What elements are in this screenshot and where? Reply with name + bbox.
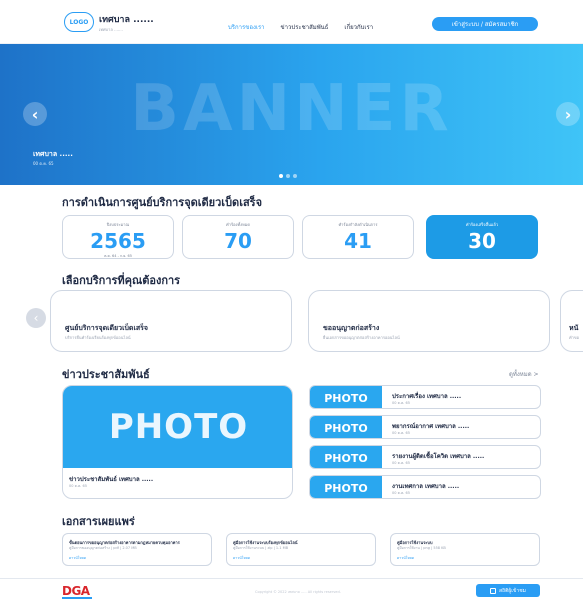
carousel-dot[interactable] (286, 174, 290, 178)
service-card-partial[interactable]: หนั คำขอ (560, 290, 583, 352)
news-item-date: 00 ต.ค. 65 (392, 431, 410, 435)
login-register-button[interactable]: เข้าสู่ระบบ / สมัครสมาชิก (432, 17, 538, 31)
chevron-left-icon: ‹ (31, 104, 39, 124)
stat-value: 41 (344, 229, 372, 253)
stat-value: 2565 (90, 229, 146, 253)
service-description: บริการยื่นคำร้องเรียนร้องทุกข์ออนไลน์ (65, 335, 131, 340)
footer-copyright: Copyright © 2022 เทศบาล ..... All rights… (255, 590, 341, 594)
stat-total-requests[interactable]: คำร้องทั้งหมด 70 (182, 215, 294, 259)
service-description: คำขอ (569, 335, 580, 340)
document-download-link[interactable]: ดาวน์โหลด (397, 555, 414, 561)
stat-label: คำร้องทั้งหมด (226, 222, 250, 227)
main-nav: บริการของเรา ข่าวประชาสัมพันธ์ เกี่ยวกับ… (228, 22, 373, 32)
brand-name: เทศบาล ...... (99, 15, 154, 25)
stat-fiscal-year[interactable]: ปีงบประมาณ 2565 ต.ค. 64 - ก.ย. 65 (62, 215, 174, 259)
nav-news[interactable]: ข่าวประชาสัมพันธ์ (281, 22, 329, 32)
news-item-date: 00 ต.ค. 65 (392, 461, 410, 465)
dga-logo: DGA (62, 584, 90, 598)
dga-logo-bar (62, 597, 92, 599)
banner-next-button[interactable]: › (556, 102, 580, 126)
service-card-one-stop[interactable]: ศูนย์บริการจุดเดียวเบ็ดเสร็จ บริการยื่นค… (50, 290, 292, 352)
services-prev-button[interactable]: ‹ (26, 308, 46, 328)
documents-title: เอกสารเผยแพร่ (62, 515, 135, 528)
news-item[interactable]: PHOTO พยากรณ์อากาศ เทศบาล ..... 00 ต.ค. … (309, 415, 541, 439)
visitor-stats-label: สถิติผู้เข้าชม (499, 587, 526, 594)
document-card[interactable]: ขั้นตอนการขออนุญาตก่อสร้างอาคารตามกฎหมาย… (62, 533, 212, 566)
footer: DGA Copyright © 2022 เทศบาล ..... All ri… (0, 578, 583, 602)
banner-caption: เทศบาล ..... 00 ต.ค. 65 (33, 149, 73, 167)
service-name: ขออนุญาตก่อสร้าง (323, 324, 380, 332)
document-meta: คู่มือการใช้งาน | png | 558 KB (397, 546, 446, 550)
carousel-dots (279, 174, 297, 178)
news-item-photo: PHOTO (310, 416, 382, 438)
news-item-photo: PHOTO (310, 476, 382, 498)
banner-prev-button[interactable]: ‹ (23, 102, 47, 126)
service-description: ยื่นเอกสารขออนุญาตก่อสร้างอาคารออนไลน์ (323, 335, 400, 340)
service-name: ศูนย์บริการจุดเดียวเบ็ดเสร็จ (65, 324, 148, 332)
banner-placeholder-text: BANNER (130, 72, 453, 146)
operations-title: การดำเนินการศูนย์บริการจุดเดียวเบ็ดเสร็จ (62, 196, 263, 209)
stat-label: ปีงบประมาณ (106, 222, 130, 227)
carousel-dot[interactable] (279, 174, 283, 178)
hero-banner: BANNER ‹ › เทศบาล ..... 00 ต.ค. 65 (0, 44, 583, 185)
news-featured-date: 00 ต.ค. 65 (69, 484, 87, 488)
stat-completed[interactable]: คำร้องเสร็จสิ้นแล้ว 30 (426, 215, 538, 259)
news-featured-photo: PHOTO (63, 386, 292, 468)
services-title: เลือกบริการที่คุณต้องการ (62, 274, 181, 287)
nav-about[interactable]: เกี่ยวกับเรา (344, 22, 373, 32)
document-download-link[interactable]: ดาวน์โหลด (69, 555, 86, 561)
document-meta: คู่มือการขออนุญาตก่อสร้าง | pdf | 2.07 M… (69, 546, 137, 550)
document-meta: คู่มือการใช้งานระบบ | zip | 1.1 MB (233, 546, 289, 550)
see-all-news-link[interactable]: ดูทั้งหมด > (509, 369, 539, 379)
visitor-stats-button[interactable]: สถิติผู้เข้าชม (476, 584, 540, 597)
banner-caption-title: เทศบาล ..... (33, 150, 73, 158)
news-item-photo: PHOTO (310, 386, 382, 408)
brand-subtitle: เทศบาล ....... (99, 27, 123, 32)
service-name: หนั (569, 324, 579, 332)
news-title: ข่าวประชาสัมพันธ์ (62, 368, 150, 381)
service-card-building-permit[interactable]: ขออนุญาตก่อสร้าง ยื่นเอกสารขออนุญาตก่อสร… (308, 290, 550, 352)
document-card[interactable]: คู่มือการใช้งานระบบ คู่มือการใช้งาน | pn… (390, 533, 540, 566)
news-item-photo: PHOTO (310, 446, 382, 468)
news-item[interactable]: PHOTO งานเทศกาล เทศบาล ..... 00 ต.ค. 65 (309, 475, 541, 499)
news-item-date: 00 ต.ค. 65 (392, 491, 410, 495)
chevron-left-icon: ‹ (33, 311, 39, 325)
stat-sub: ต.ค. 64 - ก.ย. 65 (104, 254, 132, 258)
stat-value: 30 (468, 229, 496, 253)
carousel-dot[interactable] (293, 174, 297, 178)
news-item-date: 00 ต.ค. 65 (392, 401, 410, 405)
document-download-link[interactable]: ดาวน์โหลด (233, 555, 250, 561)
nav-services[interactable]: บริการของเรา (228, 22, 265, 32)
chevron-right-icon: › (564, 104, 572, 124)
banner-caption-date: 00 ต.ค. 65 (33, 161, 54, 166)
stat-label: คำร้องกำลังดำเนินการ (338, 222, 378, 227)
news-item[interactable]: PHOTO รายงานผู้ติดเชื้อโควิด เทศบาล ....… (309, 445, 541, 469)
header: LOGO เทศบาล ...... เทศบาล ....... บริการ… (0, 0, 583, 44)
calendar-icon (490, 587, 497, 594)
logo[interactable]: LOGO (64, 12, 94, 32)
stat-in-progress[interactable]: คำร้องกำลังดำเนินการ 41 (302, 215, 414, 259)
stat-label: คำร้องเสร็จสิ้นแล้ว (465, 222, 499, 227)
document-card[interactable]: คู่มือการใช้งานระบบร้องทุกข์ออนไลน์ คู่ม… (226, 533, 376, 566)
stat-value: 70 (224, 229, 252, 253)
news-item[interactable]: PHOTO ประกาศเรื่อง เทศบาล ..... 00 ต.ค. … (309, 385, 541, 409)
news-featured[interactable]: PHOTO ข่าวประชาสัมพันธ์ เทศบาล ..... 00 … (62, 385, 293, 499)
brand: เทศบาล ...... เทศบาล ....... (99, 12, 154, 33)
